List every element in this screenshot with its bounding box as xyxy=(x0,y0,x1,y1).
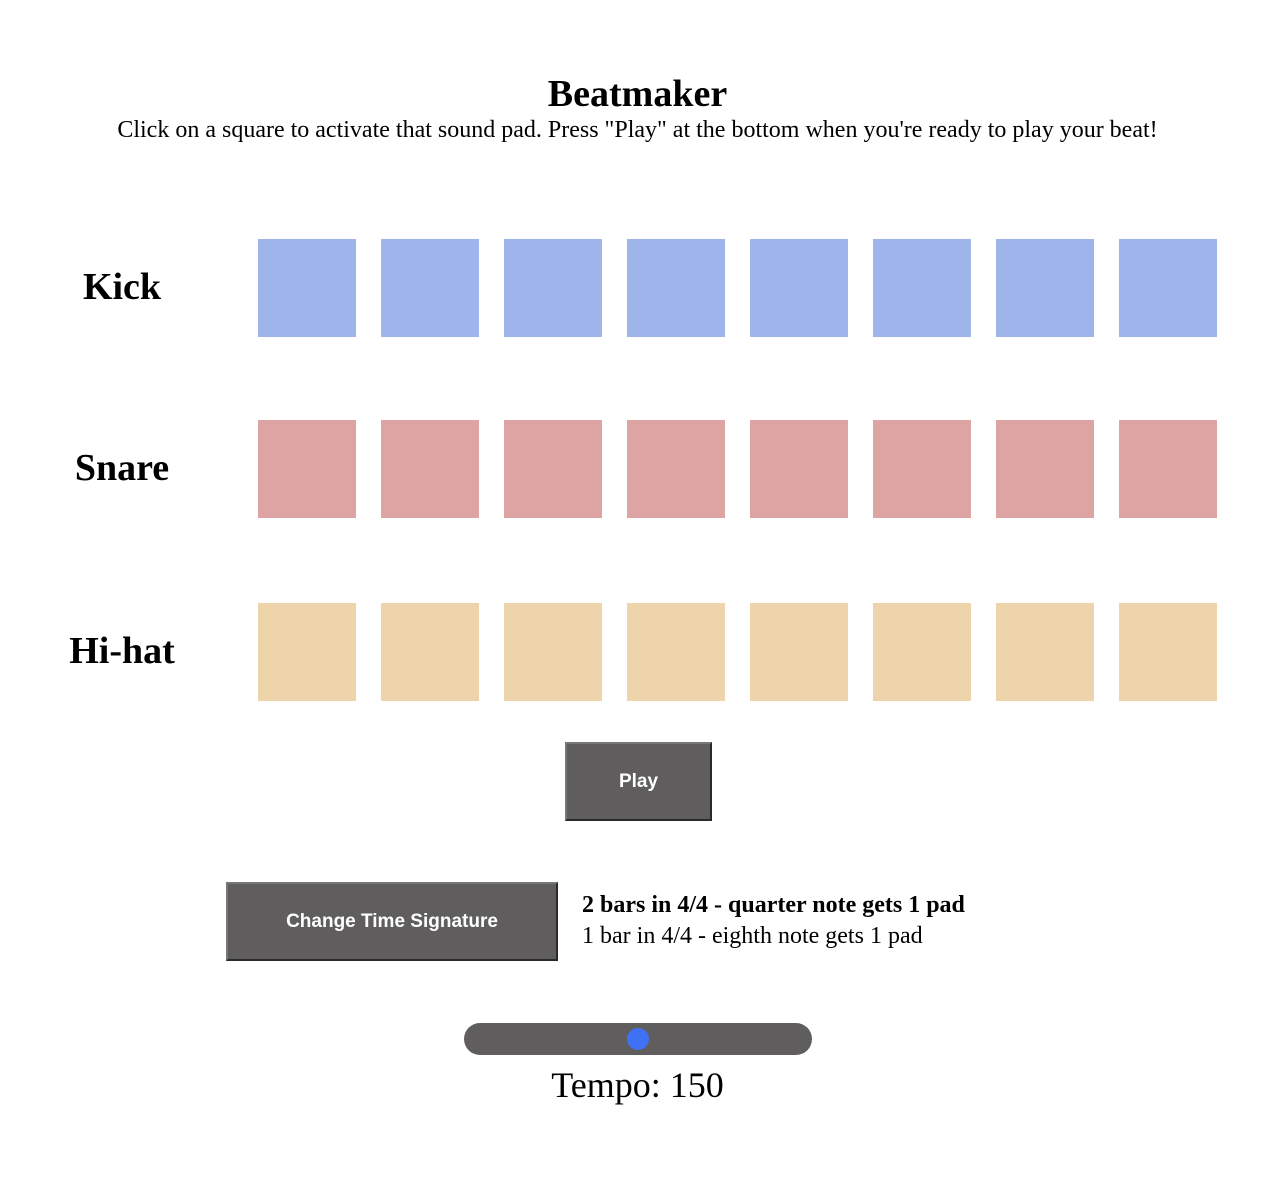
page-title: Beatmaker xyxy=(547,73,728,115)
kick-pad-7[interactable] xyxy=(996,239,1094,337)
snare-pad-7[interactable] xyxy=(996,420,1094,518)
row-label-hi-hat: Hi-hat xyxy=(69,630,175,672)
kick-pad-5[interactable] xyxy=(750,239,848,337)
snare-pad-3[interactable] xyxy=(504,420,602,518)
hi-hat-pad-6[interactable] xyxy=(873,603,971,701)
hi-hat-pad-2[interactable] xyxy=(381,603,479,701)
change-time-signature-button[interactable]: Change Time Signature xyxy=(226,882,558,961)
instructions: Click on a square to activate that sound… xyxy=(117,117,1158,143)
snare-pad-6[interactable] xyxy=(873,420,971,518)
tempo-label: Tempo: 150 xyxy=(551,1065,724,1105)
snare-pad-1[interactable] xyxy=(258,420,356,518)
tempo-slider[interactable] xyxy=(464,1023,812,1055)
time-signature-option: 1 bar in 4/4 - eighth note gets 1 pad xyxy=(582,923,923,949)
row-label-snare: Snare xyxy=(74,447,170,489)
snare-pad-5[interactable] xyxy=(750,420,848,518)
kick-pad-8[interactable] xyxy=(1119,239,1217,337)
kick-pad-1[interactable] xyxy=(258,239,356,337)
hi-hat-pad-3[interactable] xyxy=(504,603,602,701)
kick-pad-3[interactable] xyxy=(504,239,602,337)
kick-pad-4[interactable] xyxy=(627,239,725,337)
snare-pad-2[interactable] xyxy=(381,420,479,518)
row-label-kick: Kick xyxy=(82,266,162,308)
hi-hat-pad-1[interactable] xyxy=(258,603,356,701)
kick-pad-6[interactable] xyxy=(873,239,971,337)
snare-pad-8[interactable] xyxy=(1119,420,1217,518)
hi-hat-pad-5[interactable] xyxy=(750,603,848,701)
time-signature-option-selected: 2 bars in 4/4 - quarter note gets 1 pad xyxy=(582,892,965,918)
kick-pad-2[interactable] xyxy=(381,239,479,337)
tempo-slider-thumb[interactable] xyxy=(627,1028,649,1050)
hi-hat-pad-4[interactable] xyxy=(627,603,725,701)
hi-hat-pad-8[interactable] xyxy=(1119,603,1217,701)
play-button[interactable]: Play xyxy=(565,742,712,821)
snare-pad-4[interactable] xyxy=(627,420,725,518)
hi-hat-pad-7[interactable] xyxy=(996,603,1094,701)
